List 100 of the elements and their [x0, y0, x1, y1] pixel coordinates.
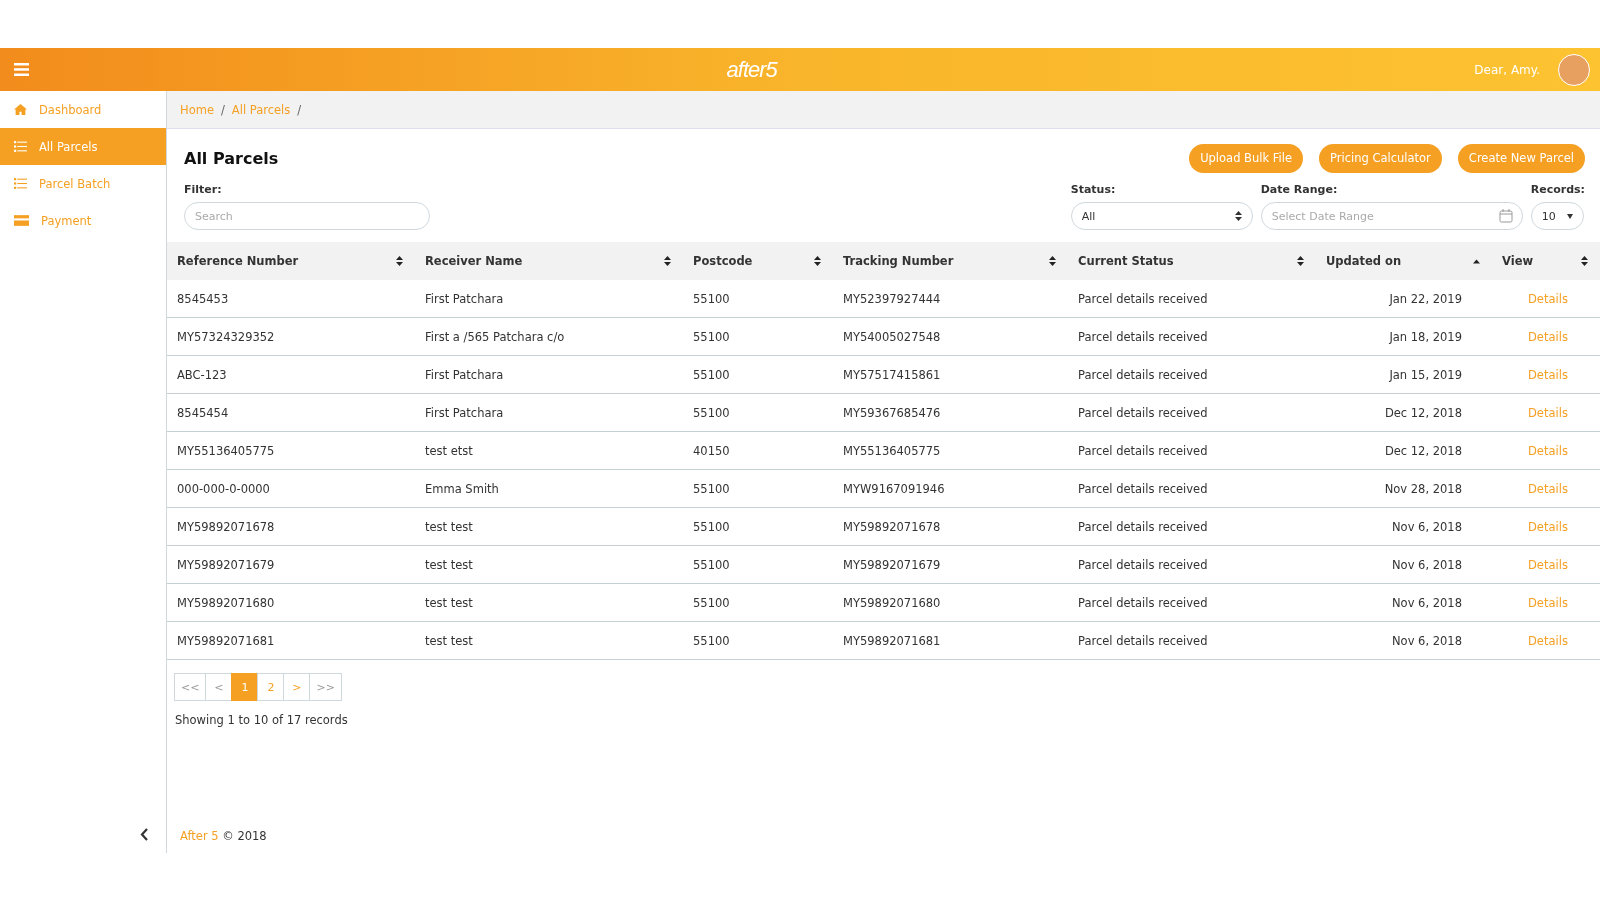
table-cell-text: Parcel details received — [1077, 519, 1209, 534]
table-cell-text: 8545453 — [176, 291, 230, 306]
logo: after5 — [725, 56, 779, 83]
table-cell-text: Parcel details received — [1077, 595, 1209, 610]
table-cell-text: First Patchara — [424, 405, 505, 420]
table-cell-text: 55100 — [692, 291, 731, 306]
status-label: Status: — [1070, 183, 1117, 196]
table-cell-text: MY59892071680 — [176, 595, 276, 610]
table-cell-text: 000-000-0-0000 — [176, 481, 271, 496]
details-link[interactable]: Details — [1492, 443, 1600, 458]
details-link[interactable]: Details — [1492, 367, 1600, 382]
sort-ascending-icon[interactable] — [1473, 258, 1480, 264]
table-cell-text: MY55136405775 — [842, 443, 942, 458]
column-header: Tracking Number — [843, 254, 954, 268]
breadcrumb-link[interactable]: Home — [180, 102, 214, 117]
table-cell-text: MY59892071681 — [176, 633, 276, 648]
table-cell-text: MY59892071679 — [842, 557, 942, 572]
sort-icon[interactable] — [396, 256, 403, 266]
table-cell-text: MY55136405775 — [176, 443, 276, 458]
records-summary: Showing 1 to 10 of 17 records — [175, 713, 349, 727]
table-cell-text: Parcel details received — [1077, 481, 1209, 496]
sort-icon[interactable] — [1049, 256, 1056, 266]
table-cell-text: 55100 — [692, 519, 731, 534]
table-cell-text: Parcel details received — [1077, 367, 1209, 382]
action-button[interactable]: Upload Bulk File — [1189, 143, 1304, 173]
details-link[interactable]: Details — [1492, 481, 1600, 496]
copyright-text: © 2018 — [222, 829, 267, 843]
table-cell-text: test etst — [424, 443, 474, 458]
details-link[interactable]: Details — [1492, 291, 1600, 306]
sort-icon[interactable] — [664, 256, 671, 266]
chevron-left-icon[interactable] — [140, 828, 149, 841]
sort-icon — [1234, 211, 1242, 221]
breadcrumb-separator: / — [297, 102, 302, 117]
sidebar-item[interactable]: All Parcels — [0, 128, 166, 165]
table-cell-text: MY57517415861 — [842, 367, 942, 382]
table-cell-text: MY59367685476 — [842, 405, 942, 420]
table-cell-text: test test — [424, 633, 474, 648]
table-cell-text: Nov 6, 2018 — [1391, 595, 1463, 610]
column-header: Postcode — [693, 254, 753, 268]
table-cell-text: MY59892071679 — [176, 557, 276, 572]
table-cell-text: 55100 — [692, 367, 731, 382]
details-link[interactable]: Details — [1492, 519, 1600, 534]
column-header: Current Status — [1078, 254, 1174, 268]
sidebar-item[interactable]: Parcel Batch — [0, 165, 166, 202]
table-cell-text: Nov 6, 2018 — [1391, 633, 1463, 648]
details-link[interactable]: Details — [1492, 329, 1600, 344]
details-link[interactable]: Details — [1492, 557, 1600, 572]
table-cell-text: test test — [424, 557, 474, 572]
sidebar-item[interactable]: Dashboard — [0, 91, 166, 128]
sort-icon[interactable] — [1581, 256, 1588, 266]
user-greeting: Dear, Amy. — [1474, 62, 1540, 77]
table-cell-text: 40150 — [692, 443, 731, 458]
table-cell-text: Parcel details received — [1077, 291, 1209, 306]
page-title: All Parcels — [184, 148, 280, 168]
details-link[interactable]: Details — [1492, 633, 1600, 648]
table-cell-text: Dec 12, 2018 — [1383, 443, 1463, 458]
table-cell-text: MY52397927444 — [842, 291, 942, 306]
table-cell-text: Nov 6, 2018 — [1391, 519, 1463, 534]
sidebar-item[interactable]: Payment — [0, 202, 166, 239]
table-cell-text: Nov 6, 2018 — [1391, 557, 1463, 572]
filter-label: Filter: — [184, 183, 223, 196]
column-header: Reference Number — [177, 254, 299, 268]
table-cell-text: Jan 15, 2019 — [1388, 367, 1463, 382]
caret-down-icon — [1566, 213, 1573, 219]
pagination-button[interactable]: 1 — [231, 673, 259, 701]
sort-icon[interactable] — [814, 256, 821, 266]
action-button[interactable]: Create New Parcel — [1457, 143, 1585, 173]
table-cell-text: Parcel details received — [1077, 443, 1209, 458]
table-cell-text: Jan 18, 2019 — [1388, 329, 1463, 344]
table-cell-text: Parcel details received — [1077, 329, 1209, 344]
details-link[interactable]: Details — [1492, 595, 1600, 610]
breadcrumb-separator: / — [220, 102, 225, 117]
table-cell-text: 55100 — [692, 633, 731, 648]
table-cell-text: Emma Smith — [424, 481, 500, 496]
sort-icon[interactable] — [1297, 256, 1304, 266]
home-icon — [14, 104, 27, 115]
pagination-button[interactable]: 2 — [257, 673, 285, 701]
table-cell-text: 55100 — [692, 329, 731, 344]
table-cell-text: MY59892071680 — [842, 595, 942, 610]
breadcrumb-link[interactable]: All Parcels — [231, 102, 291, 117]
table-cell-text: Jan 22, 2019 — [1388, 291, 1463, 306]
column-header: View — [1502, 254, 1534, 268]
table-cell-text: test test — [424, 519, 474, 534]
table-cell-text: Nov 28, 2018 — [1383, 481, 1463, 496]
details-link[interactable]: Details — [1492, 405, 1600, 420]
date-range-field[interactable]: Select Date Range — [1260, 202, 1523, 230]
table-cell-text: First Patchara — [424, 291, 505, 306]
table-cell-text: 55100 — [692, 595, 731, 610]
table-cell-text: Parcel details received — [1077, 405, 1209, 420]
table-cell-text: 8545454 — [176, 405, 230, 420]
table-cell-text: MYW9167091946 — [842, 481, 946, 496]
column-header: Updated on — [1326, 254, 1402, 268]
table-cell-text: 55100 — [692, 405, 731, 420]
credit-card-icon — [14, 215, 29, 226]
search-field[interactable]: Search — [184, 202, 430, 230]
table-cell-text: First a /565 Patchara c/o — [424, 329, 566, 344]
brand-link[interactable]: After 5 — [180, 829, 219, 843]
table-cell-text: Dec 12, 2018 — [1383, 405, 1463, 420]
action-button[interactable]: Pricing Calculator — [1319, 143, 1442, 173]
pagination-button[interactable]: > — [283, 673, 311, 701]
